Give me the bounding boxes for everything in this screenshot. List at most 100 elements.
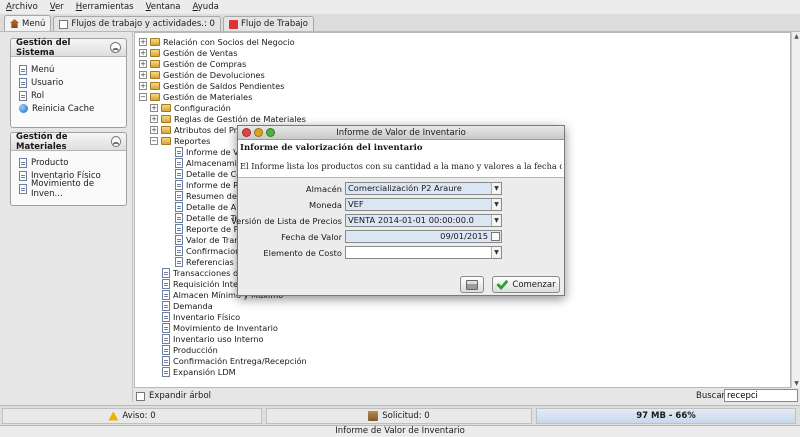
tree-node[interactable]: + Reglas de Gestión de Materiales <box>150 113 306 124</box>
scroll-up-icon[interactable]: ▲ <box>792 32 800 41</box>
tree-leaf[interactable]: Referencias d <box>175 256 242 267</box>
tree-leaf[interactable]: Detalle de Co <box>175 168 241 179</box>
box-header: Gestión de Materiales ︽ <box>11 131 126 152</box>
shortcut-rol[interactable]: Rol <box>11 89 126 102</box>
expand-icon[interactable]: + <box>150 103 158 112</box>
tree-node-label: Resumen de <box>186 190 237 201</box>
warning-icon <box>108 411 119 421</box>
shortcut-producto[interactable]: Producto <box>11 156 126 169</box>
document-icon <box>19 170 27 181</box>
expand-icon[interactable]: + <box>150 125 158 134</box>
fecha-input[interactable]: 09/01/2015 <box>345 230 502 243</box>
expand-icon[interactable]: + <box>139 81 147 90</box>
tree-node[interactable]: + Gestión de Compras <box>139 58 246 69</box>
chevron-down-icon[interactable]: ▼ <box>491 215 501 226</box>
collapse-node-icon[interactable]: − <box>139 92 147 101</box>
chevron-down-icon[interactable]: ▼ <box>491 247 501 258</box>
chevron-down-icon[interactable]: ▼ <box>491 199 501 210</box>
tree-scrollbar[interactable]: ▲ ▼ <box>791 32 800 388</box>
moneda-label: Moneda <box>309 200 342 210</box>
solicitud-status[interactable]: Solicitud: 0 <box>266 408 532 424</box>
close-window-icon[interactable] <box>242 128 251 137</box>
expand-icon[interactable]: + <box>139 70 147 79</box>
tree-leaf[interactable]: Inventario Físico <box>162 311 240 322</box>
menu-archivo[interactable]: Archivo <box>0 2 44 12</box>
tree-leaf[interactable]: Expansión LDM <box>162 366 236 377</box>
tab-bar: Menú Flujos de trabajo y actividades.: 0… <box>0 14 800 32</box>
expand-tree-checkbox[interactable] <box>136 391 145 401</box>
tree-leaf[interactable]: Inventario uso Interno <box>162 333 264 344</box>
minimize-window-icon[interactable] <box>254 128 263 137</box>
tree-leaf[interactable]: Almacenami <box>175 157 237 168</box>
document-icon <box>175 146 183 157</box>
search-input[interactable] <box>724 389 798 402</box>
tree-leaf[interactable]: Resumen de <box>175 190 237 201</box>
expand-icon[interactable]: + <box>139 48 147 57</box>
tree-node[interactable]: − Reportes <box>150 135 210 146</box>
collapse-node-icon[interactable]: − <box>150 136 158 145</box>
tree-node[interactable]: − Gestión de Materiales <box>139 91 252 102</box>
tree-leaf[interactable]: Confirmación Entrega/Recepción <box>162 355 307 366</box>
chevron-down-icon[interactable]: ▼ <box>491 183 501 194</box>
tree-leaf[interactable]: Reporte de P <box>175 223 239 234</box>
maximize-window-icon[interactable] <box>266 128 275 137</box>
expand-icon[interactable]: + <box>139 37 147 46</box>
expand-icon[interactable]: + <box>150 114 158 123</box>
collapse-icon[interactable]: ︽ <box>110 136 121 147</box>
aviso-status[interactable]: Aviso: 0 <box>2 408 262 424</box>
dialog-titlebar[interactable]: Informe de Valor de Inventario <box>238 126 564 140</box>
tree-leaf[interactable]: Confirmacione <box>175 245 245 256</box>
menu-herramientas[interactable]: Herramientas <box>70 2 140 12</box>
print-button[interactable] <box>460 276 484 293</box>
tree-leaf[interactable]: Valor de Tran <box>175 234 239 245</box>
tree-node[interactable]: + Gestión de Devoluciones <box>139 69 265 80</box>
tree-node-label: Gestión de Devoluciones <box>163 69 265 80</box>
tree-leaf[interactable]: Informe de V <box>175 146 239 157</box>
shortcut-menu[interactable]: Menú <box>11 63 126 76</box>
shortcut-movimiento-inventario[interactable]: Movimiento de Inven... <box>11 179 126 199</box>
version-select[interactable]: VENTA 2014-01-01 00:00:00.0 ▼ <box>345 214 502 227</box>
tree-leaf[interactable]: Detalle de Al <box>175 201 238 212</box>
shortcut-label: Menú <box>31 64 55 75</box>
tab-menu[interactable]: Menú <box>4 15 52 31</box>
elemento-select[interactable]: ▼ <box>345 246 502 259</box>
tree-node[interactable]: + Configuración <box>150 102 231 113</box>
menu-ver[interactable]: Ver <box>44 2 70 12</box>
folder-open-icon <box>161 136 171 145</box>
box-title: Gestión de Materiales <box>16 131 68 152</box>
tree-node-label: Gestión de Compras <box>163 58 247 69</box>
calendar-icon[interactable] <box>491 232 500 241</box>
tree-leaf[interactable]: Producción <box>162 344 218 355</box>
tree-node[interactable]: + Gestión de Saldos Pendientes <box>139 80 284 91</box>
collapse-icon[interactable]: ︽ <box>110 42 121 53</box>
expand-icon[interactable]: + <box>139 59 147 68</box>
window-title: Informe de Valor de Inventario <box>335 426 465 436</box>
scroll-down-icon[interactable]: ▼ <box>792 379 800 388</box>
almacen-select[interactable]: Comercialización P2 Araure ▼ <box>345 182 502 195</box>
tree-leaf[interactable]: Transacciones de <box>162 267 243 278</box>
tree-node[interactable]: + Atributos del Pro <box>150 124 242 135</box>
tab-label: Flujo de Trabajo <box>240 19 308 29</box>
tab-workflow[interactable]: Flujo de Trabajo <box>222 16 314 31</box>
tree-leaf[interactable]: Informe de Re <box>175 179 244 190</box>
memory-status[interactable]: 97 MB - 66% <box>536 408 796 424</box>
tab-workflow-activities[interactable]: Flujos de trabajo y actividades.: 0 <box>53 16 221 31</box>
menu-ayuda[interactable]: Ayuda <box>187 2 225 12</box>
shortcut-reinicia-cache[interactable]: Reinicia Cache <box>11 102 126 115</box>
tree-node-label: Inventario uso Interno <box>173 333 264 344</box>
tree-node[interactable]: + Gestión de Ventas <box>139 47 237 58</box>
start-button[interactable]: Comenzar <box>492 276 560 293</box>
box-title: Gestión del Sistema <box>16 37 71 58</box>
moneda-select[interactable]: VEF ▼ <box>345 198 502 211</box>
menu-ventana[interactable]: Ventana <box>140 2 187 12</box>
tree-leaf[interactable]: Requisición Intern <box>162 278 246 289</box>
document-icon <box>175 245 183 256</box>
fecha-row: Fecha de Valor 09/01/2015 <box>238 230 566 244</box>
document-icon <box>175 201 183 212</box>
tree-node[interactable]: + Relación con Socios del Negocio <box>139 36 295 47</box>
shortcut-usuario[interactable]: Usuario <box>11 76 126 89</box>
tree-node-label: Transacciones de <box>173 267 244 278</box>
shortcut-label: Usuario <box>31 77 64 88</box>
tree-leaf[interactable]: Demanda <box>162 300 213 311</box>
tree-leaf[interactable]: Movimiento de Inventario <box>162 322 278 333</box>
